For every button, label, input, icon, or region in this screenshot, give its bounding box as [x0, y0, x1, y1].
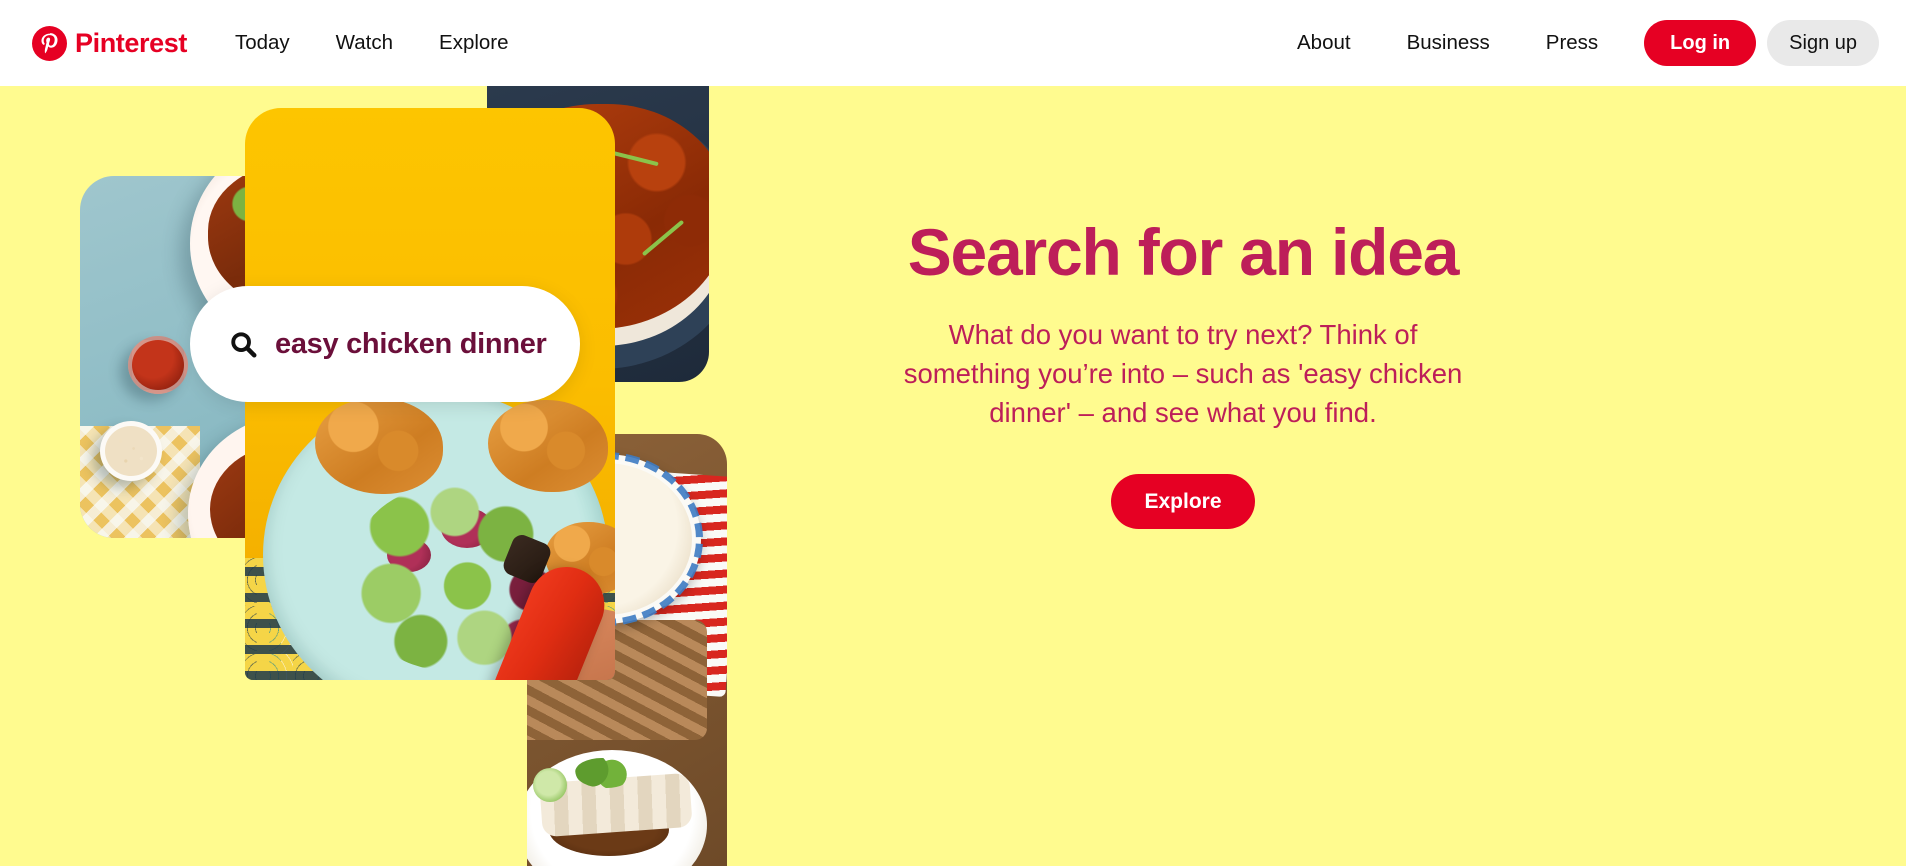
cucumber-slice-shape — [533, 768, 567, 802]
signup-button[interactable]: Sign up — [1767, 20, 1879, 66]
hero-copy-block: Search for an idea What do you want to t… — [860, 86, 1506, 866]
secondary-nav: About Business Press Log in Sign up — [1269, 20, 1879, 66]
dipping-sauce-bowl-shape — [128, 336, 188, 394]
hero-subtitle: What do you want to try next? Think of s… — [903, 319, 1463, 429]
nav-item-business[interactable]: Business — [1379, 25, 1518, 61]
pinterest-p-logo-icon — [32, 25, 67, 61]
nav-item-today[interactable]: Today — [212, 25, 313, 61]
pinterest-logo-link[interactable]: Pinterest — [32, 25, 187, 61]
hero-collage: easy chicken dinner — [0, 86, 950, 866]
nav-item-watch[interactable]: Watch — [313, 25, 416, 61]
sesame-seed-bowl-shape — [100, 421, 162, 481]
primary-nav: Today Watch Explore — [212, 25, 532, 61]
site-header: Pinterest Today Watch Explore About Busi… — [0, 0, 1906, 86]
hero-search-box[interactable]: easy chicken dinner — [190, 286, 580, 402]
hero-title: Search for an idea — [907, 215, 1460, 289]
hero-explore-button[interactable]: Explore — [1111, 474, 1255, 530]
search-icon — [228, 329, 258, 359]
nav-item-explore[interactable]: Explore — [416, 25, 532, 61]
login-button[interactable]: Log in — [1644, 20, 1757, 66]
hero-search-value[interactable]: easy chicken dinner — [275, 328, 547, 361]
nav-item-press[interactable]: Press — [1518, 25, 1626, 61]
hero-section: easy chicken dinner Search for an idea W… — [0, 86, 1906, 866]
pinterest-wordmark: Pinterest — [75, 27, 187, 58]
nav-item-about[interactable]: About — [1269, 25, 1379, 61]
herb-garnish-shape — [575, 758, 631, 788]
